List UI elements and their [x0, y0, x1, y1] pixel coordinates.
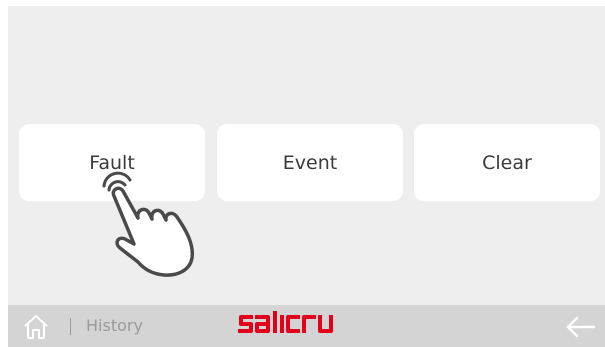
salicru-logo — [237, 309, 363, 346]
breadcrumb-divider — [70, 318, 71, 335]
home-icon[interactable] — [22, 313, 50, 341]
bottom-bar: History — [8, 305, 605, 347]
clear-button[interactable]: Clear — [414, 124, 600, 201]
salicru-logo-mark — [238, 311, 333, 333]
clear-button-label: Clear — [482, 151, 532, 174]
fault-button-label: Fault — [89, 151, 135, 174]
fault-button[interactable]: Fault — [19, 124, 205, 201]
history-screen: Fault Event Clear History — [8, 6, 605, 347]
event-button-label: Event — [282, 151, 338, 174]
breadcrumb: History — [86, 316, 143, 335]
event-button[interactable]: Event — [217, 124, 403, 201]
arrow-left-icon[interactable] — [564, 315, 596, 339]
